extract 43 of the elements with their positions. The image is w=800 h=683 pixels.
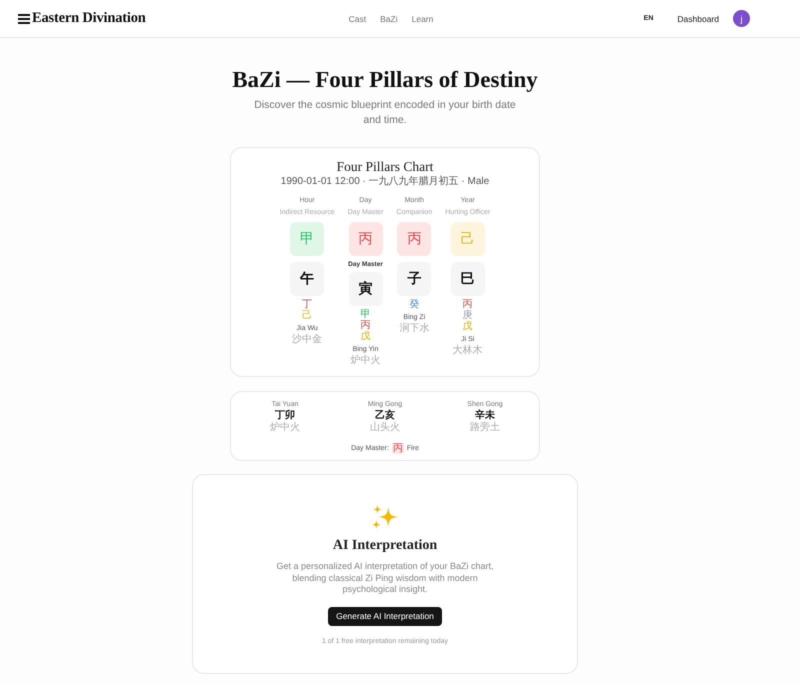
nayin-label: 沙中金 xyxy=(292,334,322,346)
branch-char: 巳 xyxy=(460,271,475,288)
page-subtitle: Discover the cosmic blueprint encoded in your birth date and time. xyxy=(253,98,517,127)
brand-name[interactable]: Eastern Divination xyxy=(32,10,146,27)
avatar[interactable]: j xyxy=(733,10,750,27)
hidden-stem: 甲 xyxy=(360,309,371,320)
hidden-stem: 丁 xyxy=(302,299,312,310)
hidden-stem: 丙 xyxy=(462,299,473,310)
hidden-stem: 戊 xyxy=(360,331,371,342)
stem-char: 丙 xyxy=(358,230,373,248)
nayin-label: 大林木 xyxy=(452,345,483,357)
dashboard-link[interactable]: Dashboard xyxy=(677,14,719,24)
branch-char: 寅 xyxy=(358,280,373,298)
nayin-label: 炉中火 xyxy=(270,422,300,434)
stem-char: 己 xyxy=(460,230,475,248)
nav-link[interactable]: Learn xyxy=(412,14,434,24)
birth-info: 1990-01-01 12:00 · 一九八九年腊月初五 · Male xyxy=(280,176,490,188)
stem-char: 甲 xyxy=(300,230,314,248)
hidden-stem: 戊 xyxy=(462,321,473,332)
palace-pillar: 丁卯 xyxy=(275,410,295,422)
hidden-stem: 癸 xyxy=(409,299,420,310)
day-master-stem: 丙 xyxy=(392,442,404,454)
page-title: BaZi — Four Pillars of Destiny xyxy=(232,66,538,94)
nav-link[interactable]: BaZi xyxy=(380,14,398,24)
chart-title: Four Pillars Chart xyxy=(336,158,434,176)
nayin-label: 山头火 xyxy=(370,422,400,434)
nav-link[interactable]: Cast xyxy=(348,14,366,24)
ai-description: Get a personalized AI interpretation of your BaZi chart, blending classical Zi Ping wisdom with modern psychological insight. xyxy=(275,561,495,596)
sparkles-icon xyxy=(372,505,398,529)
branch-char: 午 xyxy=(300,270,314,288)
ai-title: AI Interpretation xyxy=(332,537,438,555)
palace-pillar: 乙亥 xyxy=(375,410,395,422)
nayin-label: 路旁土 xyxy=(470,422,500,434)
nayin-label: 炉中火 xyxy=(350,355,381,367)
generate-button[interactable]: Generate AI Interpretation xyxy=(328,606,442,626)
hidden-stem: 丙 xyxy=(360,320,371,331)
branch-char: 子 xyxy=(407,270,422,288)
nayin-label: 涧下水 xyxy=(399,323,430,335)
menu-icon[interactable] xyxy=(18,14,30,24)
stem-char: 丙 xyxy=(407,230,422,248)
palace-pillar: 辛未 xyxy=(475,410,495,422)
hidden-stem: 庚 xyxy=(462,310,473,321)
hidden-stem: 己 xyxy=(302,310,312,321)
